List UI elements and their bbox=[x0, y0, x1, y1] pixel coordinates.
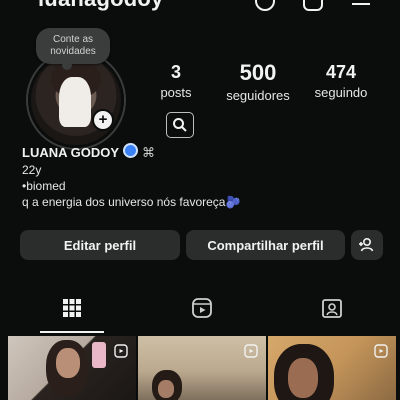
following-label: seguindo bbox=[314, 85, 368, 100]
posts-stat[interactable]: 3 posts bbox=[150, 62, 202, 100]
reel-badge-icon bbox=[374, 344, 388, 358]
add-person-icon bbox=[359, 237, 374, 252]
discover-people-button[interactable] bbox=[351, 230, 383, 260]
tab-reels[interactable] bbox=[190, 296, 214, 320]
followers-stat[interactable]: 500 seguidores bbox=[218, 60, 298, 103]
following-count: 474 bbox=[325, 62, 357, 82]
post-thumbnail[interactable] bbox=[8, 336, 136, 400]
bio-line-2: •biomed bbox=[22, 179, 66, 193]
tagged-icon bbox=[322, 299, 342, 318]
tab-tagged[interactable] bbox=[320, 296, 344, 320]
evil-eye-emoji-icon bbox=[123, 143, 139, 158]
menu-icon[interactable] bbox=[350, 0, 372, 12]
profile-username[interactable]: luanagodoy bbox=[38, 0, 163, 12]
hamsa-emoji-icon: ⌘ bbox=[142, 145, 156, 160]
share-profile-label: Compartilhar perfil bbox=[207, 237, 324, 253]
add-post-icon[interactable] bbox=[302, 0, 324, 12]
followers-count: 500 bbox=[239, 60, 277, 85]
bio-line-1: 22y bbox=[22, 163, 42, 177]
avatar[interactable] bbox=[28, 52, 124, 148]
bio-line-3: q a energia dos universo nós favoreça🫐 bbox=[22, 195, 241, 209]
add-story-button[interactable]: + bbox=[92, 109, 114, 131]
share-profile-button[interactable]: Compartilhar perfil bbox=[186, 230, 345, 260]
note-text: Conte as novidades bbox=[50, 34, 96, 57]
following-stat[interactable]: 474 seguindo bbox=[306, 62, 376, 100]
followers-label: seguidores bbox=[226, 88, 290, 103]
note-bubble[interactable]: Conte as novidades bbox=[36, 28, 110, 70]
reel-badge-icon bbox=[114, 344, 128, 358]
posts-label: posts bbox=[160, 85, 192, 100]
edit-profile-label: Editar perfil bbox=[63, 237, 137, 253]
reels-icon bbox=[192, 298, 212, 318]
reel-badge-icon bbox=[244, 344, 258, 358]
display-name-row: LUANA GODOY ⌘ bbox=[22, 143, 155, 161]
active-tab-indicator bbox=[40, 331, 104, 333]
posts-count: 3 bbox=[170, 62, 181, 82]
display-name: LUANA GODOY bbox=[22, 145, 119, 160]
discover-button[interactable] bbox=[166, 112, 194, 138]
post-thumbnail[interactable] bbox=[268, 336, 396, 400]
edit-profile-button[interactable]: Editar perfil bbox=[20, 230, 180, 260]
search-icon bbox=[173, 118, 187, 132]
threads-icon[interactable] bbox=[254, 0, 276, 12]
grid-icon bbox=[63, 299, 81, 317]
post-thumbnail[interactable] bbox=[138, 336, 266, 400]
tab-posts[interactable] bbox=[60, 296, 84, 320]
